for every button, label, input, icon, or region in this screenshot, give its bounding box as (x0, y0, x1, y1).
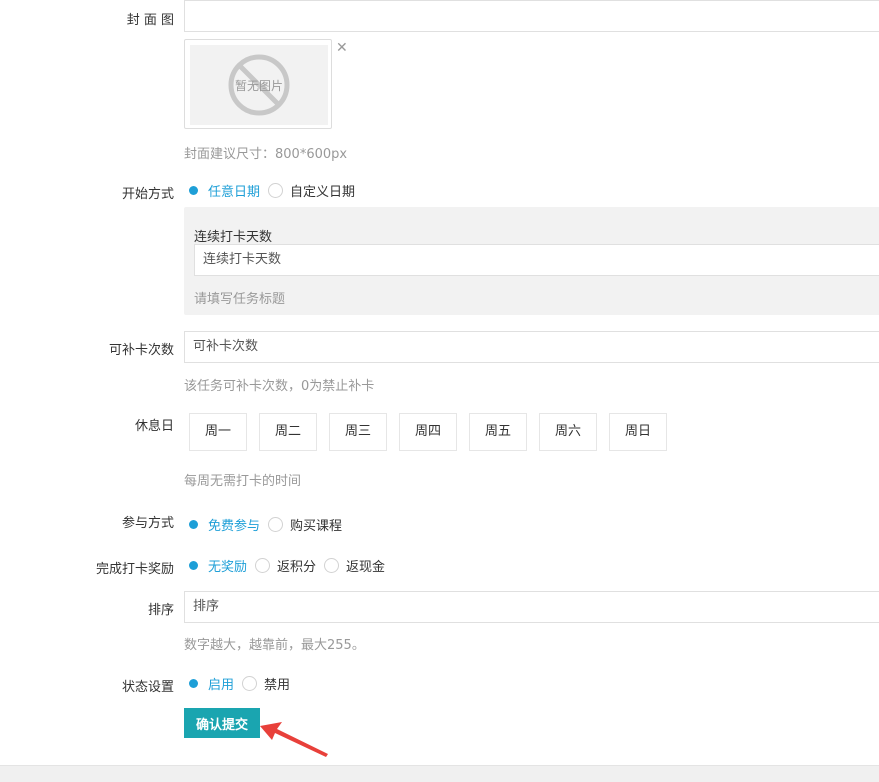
join-mode-label: 参与方式 (121, 516, 174, 531)
radio-disable[interactable]: 禁用 (242, 674, 290, 693)
footer-bar (0, 765, 879, 782)
reward-label: 完成打卡奖励 (95, 562, 174, 577)
cover-label: 封 面 图 (126, 13, 174, 28)
close-icon[interactable]: ✕ (336, 40, 348, 56)
day-button-tue[interactable]: 周二 (259, 413, 317, 451)
radio-return-points[interactable]: 返积分 (255, 556, 316, 575)
cover-url-input[interactable] (184, 0, 879, 32)
radio-circle[interactable] (186, 517, 201, 532)
day-button-sun[interactable]: 周日 (609, 413, 667, 451)
radio-free-join[interactable]: 免费参与 (186, 515, 260, 534)
radio-label: 购买课程 (290, 519, 343, 534)
radio-label: 返现金 (346, 560, 386, 575)
radio-label: 自定义日期 (290, 185, 356, 200)
sort-input[interactable] (184, 591, 879, 623)
radio-circle[interactable] (242, 676, 258, 691)
radio-circle[interactable] (324, 558, 340, 573)
rest-days-label: 休息日 (134, 419, 174, 434)
no-image-text: 暂无图片 (235, 79, 283, 93)
sort-hint: 数字越大，越靠前，最大255。 (184, 638, 365, 653)
day-button-thu[interactable]: 周四 (399, 413, 457, 451)
radio-custom-date[interactable]: 自定义日期 (268, 181, 355, 200)
radio-label: 无奖励 (208, 560, 248, 575)
no-image-placeholder: 暂无图片 (190, 45, 328, 125)
radio-label: 免费参与 (208, 519, 261, 534)
sort-label: 排序 (147, 603, 174, 618)
radio-buy-course[interactable]: 购买课程 (268, 515, 342, 534)
makeup-hint: 该任务可补卡次数，0为禁止补卡 (184, 379, 375, 394)
submit-button[interactable]: 确认提交 (184, 708, 260, 738)
radio-label: 禁用 (264, 678, 291, 693)
radio-circle[interactable] (186, 183, 201, 198)
radio-enable[interactable]: 启用 (186, 674, 234, 693)
status-radio-group: 启用 禁用 (186, 674, 298, 693)
consecutive-days-input[interactable] (194, 244, 879, 276)
radio-return-cash[interactable]: 返现金 (324, 556, 385, 575)
radio-label: 启用 (208, 678, 235, 693)
day-button-fri[interactable]: 周五 (469, 413, 527, 451)
consecutive-days-hint: 请填写任务标题 (194, 292, 286, 307)
no-image-icon: 暂无图片 (228, 54, 290, 116)
start-mode-radio-group: 任意日期 自定义日期 (186, 181, 363, 200)
join-mode-radio-group: 免费参与 购买课程 (186, 515, 350, 534)
day-button-mon[interactable]: 周一 (189, 413, 247, 451)
radio-label: 任意日期 (208, 185, 261, 200)
radio-any-date[interactable]: 任意日期 (186, 181, 260, 200)
radio-no-reward[interactable]: 无奖励 (186, 556, 247, 575)
day-button-sat[interactable]: 周六 (539, 413, 597, 451)
radio-circle[interactable] (268, 183, 284, 198)
makeup-label: 可补卡次数 (108, 343, 174, 358)
makeup-count-input[interactable] (184, 331, 879, 363)
status-label: 状态设置 (121, 680, 174, 695)
radio-circle[interactable] (186, 558, 201, 573)
consecutive-days-label: 连续打卡天数 (194, 230, 273, 245)
radio-label: 返积分 (277, 560, 317, 575)
cover-hint: 封面建议尺寸：800*600px (184, 147, 348, 162)
radio-circle[interactable] (255, 558, 271, 573)
start-mode-label: 开始方式 (121, 187, 174, 202)
cover-preview[interactable]: 暂无图片 (184, 39, 332, 129)
radio-circle[interactable] (186, 676, 201, 691)
day-button-wed[interactable]: 周三 (329, 413, 387, 451)
rest-days-hint: 每周无需打卡的时间 (184, 474, 302, 489)
reward-radio-group: 无奖励 返积分 返现金 (186, 556, 393, 575)
annotation-arrow-icon (260, 722, 328, 757)
radio-circle[interactable] (268, 517, 284, 532)
